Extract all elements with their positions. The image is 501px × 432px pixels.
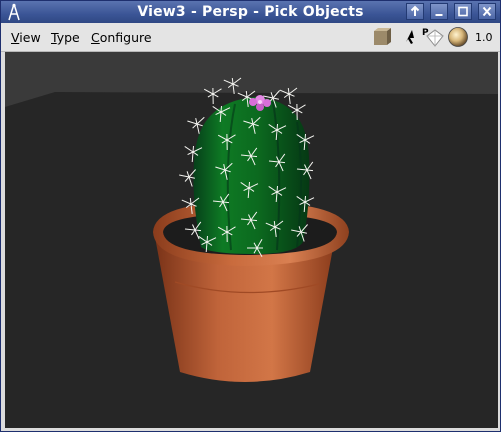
maximize-icon: [458, 6, 468, 17]
close-button[interactable]: [478, 3, 496, 20]
window-title: View3 - Persp - Pick Objects: [137, 4, 364, 20]
close-icon: [482, 6, 492, 17]
3d-viewport[interactable]: [5, 52, 498, 428]
app-window: View3 - Persp - Pick Objects View Type C…: [0, 0, 501, 432]
sphere-light-icon: [448, 27, 468, 47]
up-arrow-icon: [410, 5, 420, 16]
menu-bar: View Type Configure P 1.0: [1, 23, 500, 52]
title-bar[interactable]: View3 - Persp - Pick Objects: [1, 1, 500, 23]
minimize-button[interactable]: [430, 3, 448, 20]
arrow-pick-icon: [406, 30, 414, 44]
raise-button[interactable]: [406, 3, 424, 20]
shading-tool-button[interactable]: [371, 26, 393, 48]
cube-shade-icon: [374, 28, 391, 45]
menu-configure-label: onfigure: [99, 30, 152, 45]
menu-type[interactable]: Type: [51, 30, 80, 45]
pick-tool-button[interactable]: [398, 26, 420, 48]
perspective-icon: P: [422, 28, 444, 47]
maximize-button[interactable]: [454, 3, 472, 20]
menu-view[interactable]: View: [11, 30, 41, 45]
zoom-level[interactable]: 1.0: [475, 31, 493, 44]
menu-view-label: iew: [19, 30, 41, 45]
menu-configure-mnemonic: C: [91, 30, 100, 45]
menu-type-label: ype: [56, 30, 80, 45]
projection-tool-button[interactable]: P: [421, 26, 445, 48]
minimize-icon: [435, 14, 443, 16]
lighting-tool-button[interactable]: [447, 26, 469, 48]
menu-configure[interactable]: Configure: [91, 30, 152, 45]
